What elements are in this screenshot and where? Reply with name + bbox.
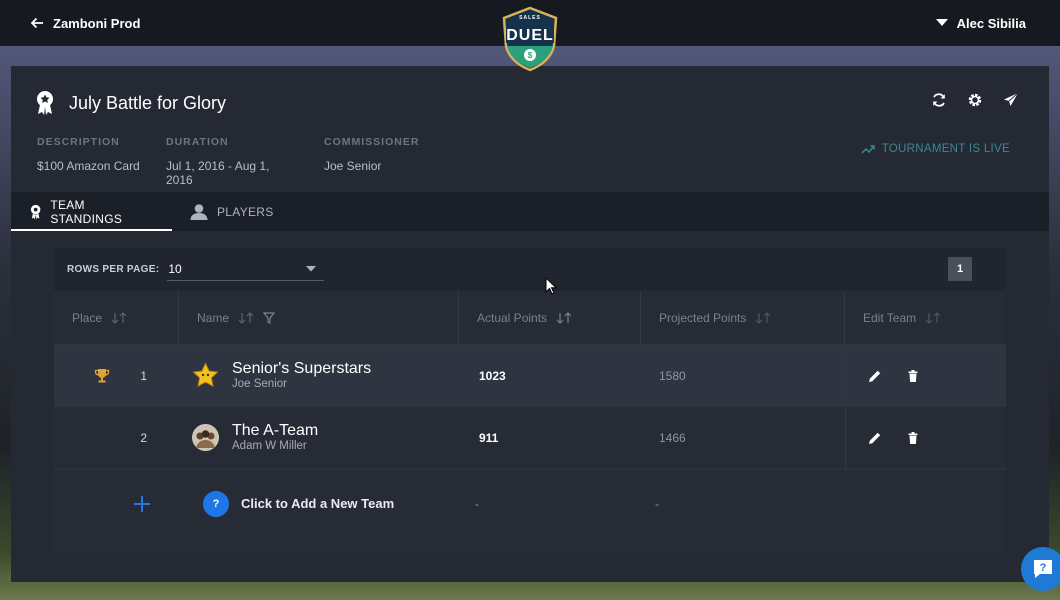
arrow-left-icon (30, 17, 43, 29)
sort-icon[interactable] (237, 311, 255, 324)
back-button[interactable]: Zamboni Prod (30, 16, 140, 31)
pencil-icon[interactable] (868, 431, 882, 445)
chat-icon: ? (1034, 560, 1052, 578)
status-text: TOURNAMENT IS LIVE (881, 143, 1010, 155)
user-name: Alec Sibilia (956, 15, 1026, 31)
tab-team-standings[interactable]: TEAM STANDINGS (11, 192, 172, 231)
table-toolbar: ROWS PER PAGE: 10 1 (54, 248, 1006, 291)
person-icon (190, 203, 208, 220)
commissioner-value: Joe Senior (324, 159, 382, 173)
add-team-row[interactable]: ? Click to Add a New Team - - (54, 469, 1006, 537)
sort-icon[interactable] (555, 311, 573, 324)
plus-icon (134, 495, 150, 512)
column-header-edit-team[interactable]: Edit Team (845, 291, 1006, 344)
mouse-cursor (545, 276, 558, 300)
add-projected-cell: - (641, 495, 845, 513)
tournament-panel: July Battle for Glory DESCRIPTION $100 A… (11, 66, 1049, 582)
team-photo-icon (192, 424, 219, 451)
place-value: 2 (140, 430, 147, 445)
rows-per-page-value: 10 (168, 262, 182, 276)
sales-duel-logo: SALES DUEL $ (500, 6, 560, 72)
column-label: Place (72, 310, 103, 325)
team-owner: Adam W Miller (232, 439, 307, 452)
workspace-name: Zamboni Prod (53, 15, 141, 31)
duration-label: DURATION (166, 136, 229, 148)
page-title: July Battle for Glory (69, 92, 227, 113)
team-avatar (192, 362, 219, 389)
pencil-icon[interactable] (868, 369, 882, 383)
add-team-button[interactable] (54, 495, 179, 513)
svg-text:SALES: SALES (519, 15, 541, 21)
edit-team-cell (845, 407, 1006, 468)
column-header-place[interactable]: Place (54, 291, 179, 344)
trending-up-icon (861, 145, 875, 154)
table-row[interactable]: 1 Senior's Superstars Joe Senior 1023 15… (54, 345, 1006, 407)
refresh-icon[interactable] (931, 92, 947, 108)
name-cell: The A-Team Adam W Miller (179, 407, 459, 468)
standings-table: ROWS PER PAGE: 10 1 Place Name Actual Po… (54, 248, 1006, 558)
chat-help-button[interactable]: ? (1021, 547, 1060, 591)
team-name[interactable]: Senior's Superstars (232, 360, 371, 377)
star-icon (192, 362, 219, 387)
svg-text:DUEL: DUEL (506, 27, 554, 44)
column-header-name[interactable]: Name (179, 291, 459, 344)
add-projected-dash: - (655, 496, 659, 511)
commissioner-label: COMMISSIONER (324, 136, 420, 148)
actual-points-cell: 1023 (479, 368, 506, 383)
actual-points-cell: 911 (479, 430, 499, 445)
rows-per-page-label: ROWS PER PAGE: (67, 264, 160, 275)
duration-value: Jul 1, 2016 - Aug 1, 2016 (166, 159, 270, 187)
team-name[interactable]: The A-Team (232, 422, 318, 439)
svg-text:$: $ (528, 51, 533, 60)
projected-points-cell: 1580 (659, 368, 686, 383)
place-value: 1 (140, 368, 147, 383)
add-actual-cell: - (459, 495, 641, 513)
column-label: Edit Team (863, 310, 917, 325)
filter-icon[interactable] (263, 311, 276, 324)
place-cell: 2 (54, 407, 179, 468)
tournament-header: July Battle for Glory DESCRIPTION $100 A… (11, 66, 1049, 192)
column-label: Projected Points (659, 310, 747, 325)
tab-label: TEAM STANDINGS (50, 197, 123, 226)
name-cell: Senior's Superstars Joe Senior (179, 345, 459, 406)
description-value: $100 Amazon Card (37, 159, 140, 173)
team-owner: Joe Senior (232, 377, 287, 390)
table-row[interactable]: 2 The A-Team Adam W Miller 911 1466 (54, 407, 1006, 469)
page-button[interactable]: 1 (948, 257, 972, 281)
gear-icon[interactable] (967, 92, 983, 108)
projected-points-cell: 1466 (659, 430, 686, 445)
trash-icon[interactable] (906, 431, 920, 445)
trash-icon[interactable] (906, 369, 920, 383)
column-header-projected-points[interactable]: Projected Points (641, 291, 845, 344)
edit-team-cell (845, 345, 1006, 406)
sort-icon[interactable] (754, 311, 772, 324)
caret-down-icon (306, 266, 317, 272)
description-label: DESCRIPTION (37, 136, 120, 148)
rows-per-page-select[interactable]: 10 (167, 259, 325, 281)
column-label: Name (197, 310, 230, 325)
help-icon: ? (203, 490, 229, 517)
user-menu[interactable]: Alec Sibilia (935, 15, 1026, 31)
send-icon[interactable] (1003, 92, 1019, 108)
svg-text:?: ? (1040, 562, 1047, 574)
team-avatar (192, 424, 219, 451)
add-actual-dash: - (475, 496, 479, 511)
trophy-icon (95, 368, 110, 382)
tournament-meta: DESCRIPTION $100 Amazon Card DURATION Ju… (37, 136, 445, 187)
tab-players[interactable]: PLAYERS (172, 192, 292, 231)
add-team-text: Click to Add a New Team (241, 496, 395, 511)
place-cell: 1 (54, 345, 179, 406)
award-icon (37, 91, 53, 115)
caret-down-icon (935, 19, 948, 26)
sort-icon[interactable] (924, 311, 942, 324)
tab-label: PLAYERS (217, 204, 274, 219)
add-team-link[interactable]: ? Click to Add a New Team (179, 490, 459, 517)
table-header: Place Name Actual Points Projected Point… (54, 291, 1006, 345)
status-badge: TOURNAMENT IS LIVE (861, 143, 1010, 155)
sort-icon[interactable] (110, 311, 128, 324)
column-label: Actual Points (477, 310, 548, 325)
award-icon (30, 204, 41, 220)
tab-bar: TEAM STANDINGS PLAYERS (11, 192, 1049, 231)
